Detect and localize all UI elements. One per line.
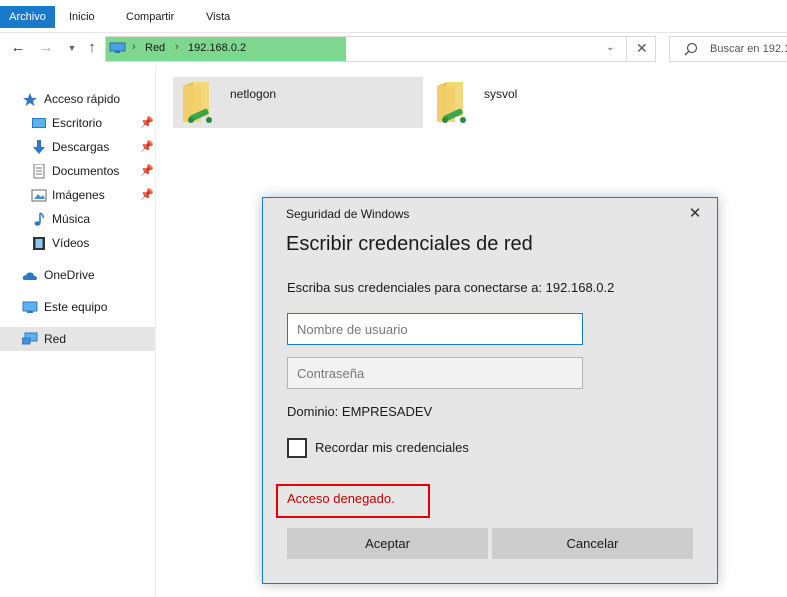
remember-credentials-checkbox[interactable] xyxy=(287,438,307,458)
breadcrumb-separator-icon: › xyxy=(132,41,136,53)
sidebar-item-acceso-rapido[interactable]: Acceso rápido xyxy=(0,87,155,111)
sidebar-item-descargas[interactable]: Descargas 📌 xyxy=(0,135,155,159)
tab-archivo[interactable]: Archivo xyxy=(0,6,55,28)
tab-compartir[interactable]: Compartir xyxy=(126,6,174,28)
sidebar-item-label: Documentos xyxy=(52,164,120,178)
domain-label: Dominio: EMPRESADEV xyxy=(287,404,433,419)
tab-inicio[interactable]: Inicio xyxy=(69,6,95,28)
star-icon xyxy=(23,93,37,106)
up-arrow-icon[interactable]: ↑ xyxy=(82,37,102,59)
forward-arrow-icon[interactable]: → xyxy=(36,37,56,59)
shared-folder-icon xyxy=(437,82,466,123)
sidebar-item-label: Red xyxy=(44,332,67,346)
dialog-heading: Escribir credenciales de red xyxy=(286,233,533,255)
sidebar-item-label: Escritorio xyxy=(52,116,103,130)
sidebar-item-label: Descargas xyxy=(52,140,110,154)
pin-icon[interactable]: 📌 xyxy=(140,183,154,207)
credentials-dialog: Seguridad de Windows ✕ Escribir credenci… xyxy=(262,197,718,584)
cancel-button[interactable]: Cancelar xyxy=(492,528,693,559)
sidebar-item-label: Este equipo xyxy=(44,300,108,314)
desktop-icon xyxy=(32,118,46,128)
sidebar-item-musica[interactable]: Música xyxy=(0,207,155,231)
password-field[interactable] xyxy=(287,357,583,389)
error-message: Acceso denegado. xyxy=(287,491,395,506)
remember-credentials-label[interactable]: Recordar mis credenciales xyxy=(315,440,469,455)
navigation-bar: ← → ▼ ↑ › Red › 192.168.0.2 ⌄ ✕ Buscar e… xyxy=(0,33,787,65)
username-field[interactable] xyxy=(287,313,583,345)
folder-item-netlogon[interactable]: netlogon xyxy=(173,77,423,128)
breadcrumb-ip[interactable]: 192.168.0.2 xyxy=(188,42,246,54)
address-bar[interactable]: › Red › 192.168.0.2 ⌄ ✕ xyxy=(105,36,656,62)
sidebar-item-onedrive[interactable]: OneDrive xyxy=(0,263,155,287)
image-icon xyxy=(31,189,47,202)
sidebar-item-label: OneDrive xyxy=(44,268,95,282)
sidebar-item-documentos[interactable]: Documentos 📌 xyxy=(0,159,155,183)
sidebar-item-videos[interactable]: Vídeos xyxy=(0,231,155,255)
back-arrow-icon[interactable]: ← xyxy=(8,37,28,59)
address-dropdown-icon[interactable]: ⌄ xyxy=(606,42,614,53)
ribbon: Archivo Inicio Compartir Vista xyxy=(0,0,787,33)
pin-icon[interactable]: 📌 xyxy=(140,135,154,159)
cloud-icon xyxy=(22,272,37,280)
address-close-icon[interactable]: ✕ xyxy=(636,40,648,57)
folder-item-sysvol[interactable]: sysvol xyxy=(427,77,677,128)
sidebar-item-imagenes[interactable]: Imágenes 📌 xyxy=(0,183,155,207)
recent-locations-chevron-icon[interactable]: ▼ xyxy=(62,37,82,59)
dialog-prompt: Escriba sus credenciales para conectarse… xyxy=(287,280,615,295)
username-input[interactable] xyxy=(288,314,582,344)
search-box[interactable]: Buscar en 192.1 xyxy=(669,36,787,62)
search-icon xyxy=(684,42,698,56)
document-icon xyxy=(33,164,45,179)
pin-icon[interactable]: 📌 xyxy=(140,159,154,183)
video-icon xyxy=(33,237,45,250)
sidebar-item-red[interactable]: Red xyxy=(0,327,155,351)
network-computer-icon xyxy=(109,42,126,53)
sidebar-item-este-equipo[interactable]: Este equipo xyxy=(0,295,155,319)
sidebar-item-label: Música xyxy=(52,212,91,226)
download-icon xyxy=(33,140,45,154)
search-placeholder: Buscar en 192.1 xyxy=(710,43,787,55)
password-input[interactable] xyxy=(288,358,582,388)
tab-vista[interactable]: Vista xyxy=(206,6,230,28)
pin-icon[interactable]: 📌 xyxy=(140,111,154,135)
breadcrumb-separator-icon: › xyxy=(175,41,179,53)
breadcrumb-red[interactable]: Red xyxy=(145,42,165,54)
file-name: netlogon xyxy=(230,87,277,101)
sidebar-item-label: Imágenes xyxy=(52,188,105,202)
network-icon xyxy=(22,332,38,345)
dialog-title: Seguridad de Windows xyxy=(286,207,410,221)
computer-icon xyxy=(22,301,38,313)
sidebar-item-escritorio[interactable]: Escritorio 📌 xyxy=(0,111,155,135)
close-icon[interactable]: ✕ xyxy=(687,205,703,223)
shared-folder-icon xyxy=(183,82,212,123)
file-name: sysvol xyxy=(484,87,518,101)
sidebar-item-label: Acceso rápido xyxy=(44,92,121,106)
ok-button[interactable]: Aceptar xyxy=(287,528,488,559)
sidebar-item-label: Vídeos xyxy=(52,236,90,250)
music-icon xyxy=(34,212,44,226)
navigation-pane: Acceso rápido Escritorio 📌 Descargas 📌 D… xyxy=(0,65,156,597)
